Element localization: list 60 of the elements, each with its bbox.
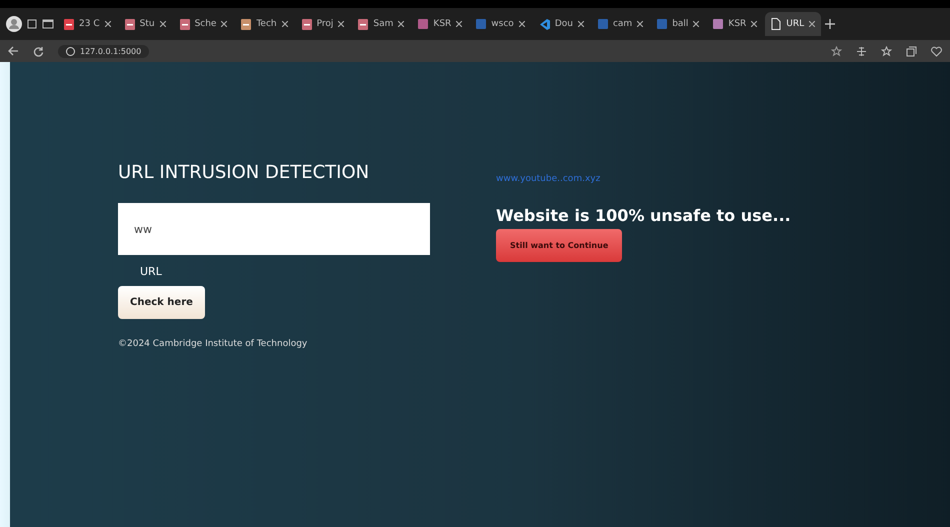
square-icon [713, 19, 724, 29]
browser-tab[interactable]: Sche [174, 12, 234, 36]
close-icon[interactable] [751, 21, 758, 27]
url-input-field[interactable]: ww [118, 203, 430, 255]
close-icon[interactable] [398, 21, 404, 27]
document-icon [180, 18, 190, 30]
close-icon[interactable] [338, 21, 344, 27]
info-icon [66, 46, 75, 56]
close-icon[interactable] [104, 21, 111, 27]
browser-tab[interactable]: URL [765, 12, 822, 36]
page-icon [771, 18, 782, 30]
document-icon [241, 18, 252, 30]
close-icon[interactable] [221, 21, 228, 27]
split-screen-icon[interactable] [856, 46, 867, 56]
heart-icon[interactable] [931, 46, 942, 56]
favorites-icon[interactable] [881, 46, 892, 56]
close-icon[interactable] [456, 21, 462, 27]
browser-tab[interactable]: Sam [352, 12, 410, 36]
close-icon[interactable] [809, 21, 816, 27]
square-icon [598, 19, 608, 29]
browser-tab[interactable]: Tech [235, 12, 294, 36]
code-editor-icon [538, 18, 550, 30]
reload-icon[interactable] [33, 46, 44, 56]
extensions-icon[interactable] [26, 18, 38, 30]
footer-text: ©2024 Cambridge Institute of Technology [118, 339, 308, 349]
close-icon[interactable] [637, 21, 644, 27]
square-icon [418, 19, 428, 29]
browser-tab[interactable]: Proj [296, 12, 350, 36]
document-icon [302, 18, 312, 30]
document-icon [124, 18, 135, 30]
url-label: URL [140, 265, 163, 278]
profile-icon[interactable] [6, 16, 22, 32]
square-icon [657, 19, 668, 29]
document-icon [358, 18, 368, 30]
close-icon[interactable] [282, 21, 288, 27]
tab-actions-icon[interactable] [42, 18, 54, 30]
close-icon[interactable] [518, 21, 525, 27]
browser-tab[interactable]: Dou [532, 12, 590, 36]
browser-tab[interactable]: wsco [470, 12, 531, 36]
document-icon [64, 18, 74, 30]
page-title: URL INTRUSION DETECTION [118, 162, 370, 183]
close-icon[interactable] [578, 21, 584, 27]
close-icon[interactable] [693, 21, 700, 27]
square-icon [476, 19, 486, 29]
continue-button[interactable]: Still want to Continue [496, 229, 622, 262]
browser-tab[interactable]: 23 C [58, 12, 117, 36]
star-icon[interactable] [831, 46, 842, 56]
collections-icon[interactable] [906, 46, 917, 56]
browser-tab[interactable]: KSR [412, 12, 468, 36]
close-icon[interactable] [160, 21, 166, 27]
browser-tab[interactable]: Stu [118, 12, 172, 36]
browser-tab[interactable]: KSR [707, 12, 764, 36]
address-text: 127.0.0.1:5000 [80, 46, 142, 56]
browser-tab[interactable]: ball [651, 12, 706, 36]
address-bar[interactable]: 127.0.0.1:5000 [58, 44, 150, 58]
browser-tab[interactable]: cam [592, 12, 650, 36]
new-tab-icon[interactable] [825, 19, 836, 29]
check-here-button[interactable]: Check here [118, 286, 205, 319]
result-message: Website is 100% unsafe to use... [496, 206, 791, 225]
back-icon[interactable] [8, 46, 19, 56]
